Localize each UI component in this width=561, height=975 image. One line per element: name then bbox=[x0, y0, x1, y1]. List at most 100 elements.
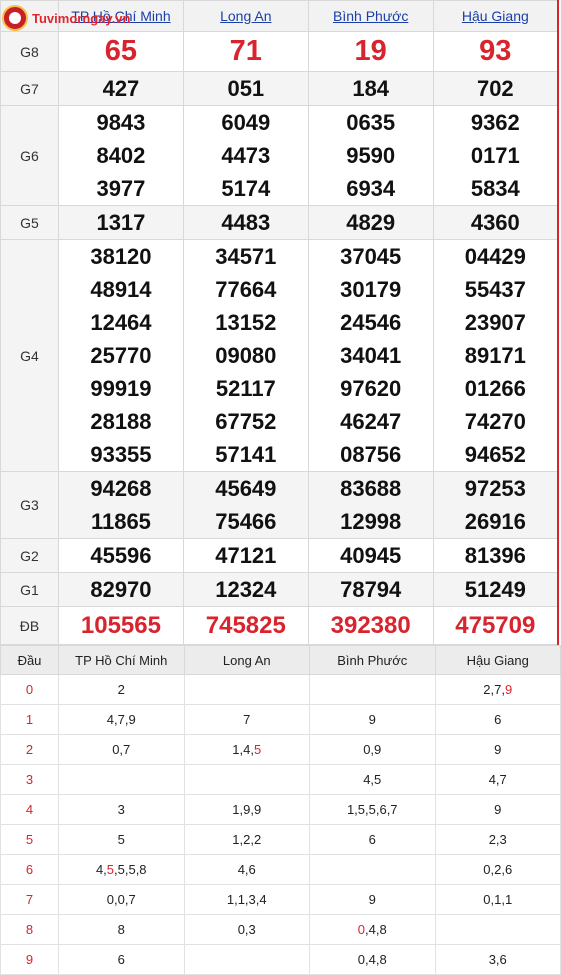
province-link[interactable]: Bình Phước bbox=[333, 8, 408, 24]
tail-digits: 1,5,5,6,7 bbox=[346, 802, 398, 817]
heads-cell: 1,4,5 bbox=[183, 734, 310, 765]
tail-digits: 0,1,1 bbox=[483, 892, 513, 907]
prize-cell: 4360 bbox=[432, 205, 559, 240]
head-digit: 1 bbox=[0, 704, 59, 735]
heads-header-cell: Bình Phước bbox=[309, 645, 436, 675]
tail-digits: ,4,8 bbox=[365, 922, 387, 937]
prize-number: 745825 bbox=[205, 612, 286, 639]
prize-number: 94268 bbox=[90, 476, 152, 501]
head-digit: 9 bbox=[0, 944, 59, 975]
heads-cell bbox=[183, 674, 310, 705]
heads-cell: 6 bbox=[309, 824, 436, 855]
prize-row: G3 94268 11865 45649 75466 83688 12998 97253 269… bbox=[0, 471, 559, 539]
prize-cell: 97253 26916 bbox=[432, 471, 559, 539]
prize-number: 52117 bbox=[215, 376, 276, 401]
prize-number: 25770 bbox=[90, 343, 152, 368]
prize-number: 184 bbox=[352, 76, 390, 101]
heads-header-row: Đầu TP Hồ Chí Minh Long An Bình Phước Hậ… bbox=[0, 645, 561, 675]
prize-cell: 51249 bbox=[432, 572, 559, 607]
tail-digits: 9 bbox=[368, 892, 376, 907]
heads-cell: 4,5 bbox=[309, 764, 436, 795]
prize-label: G7 bbox=[0, 71, 59, 106]
tail-digits: 7 bbox=[243, 712, 251, 727]
heads-row: 6 4,5,5,5,8 4,6 0,2,6 bbox=[0, 854, 561, 885]
prize-number: 13152 bbox=[215, 310, 277, 335]
prize-number: 37045 bbox=[340, 244, 402, 269]
prize-number: 9362 bbox=[470, 110, 520, 135]
prize-rows: G8 65 71 19 93 G7 427 051 184 702 G6 9843 8402 3977 60… bbox=[0, 31, 559, 645]
heads-row: 0 2 2,7,9 bbox=[0, 674, 561, 705]
prize-number: 0171 bbox=[470, 143, 520, 168]
prize-number: 1317 bbox=[96, 210, 146, 235]
head-digit: 3 bbox=[0, 764, 59, 795]
heads-cell: 0,2,6 bbox=[434, 854, 561, 885]
prize-number: 38120 bbox=[90, 244, 152, 269]
heads-row: 5 5 1,2,2 6 2,3 bbox=[0, 824, 561, 855]
prize-label: ĐB bbox=[0, 606, 59, 645]
heads-row: 4 3 1,9,9 1,5,5,6,7 9 bbox=[0, 794, 561, 825]
prize-number: 46247 bbox=[340, 409, 402, 434]
prize-number: 75466 bbox=[215, 509, 277, 534]
tail-digits: 3 bbox=[117, 802, 125, 817]
tail-digits: 5 bbox=[117, 832, 125, 847]
prize-label: G5 bbox=[0, 205, 59, 240]
prize-number: 19 bbox=[354, 35, 387, 67]
tail-digits: ,5,5,8 bbox=[114, 862, 147, 877]
heads-row: 1 4,7,9 7 9 6 bbox=[0, 704, 561, 735]
prize-cell: 71 bbox=[182, 31, 309, 72]
heads-cell bbox=[309, 674, 436, 705]
prize-cell: 38120 48914 12464 25770 99919 28188 93355 bbox=[58, 239, 184, 472]
heads-table: Đầu TP Hồ Chí Minh Long An Bình Phước Hậ… bbox=[0, 645, 561, 975]
prize-cell: 19 bbox=[307, 31, 434, 72]
prize-cell: 45649 75466 bbox=[182, 471, 309, 539]
heads-cell: 0,3 bbox=[183, 914, 310, 945]
heads-cell: 4,7 bbox=[434, 764, 561, 795]
prize-number: 12998 bbox=[340, 509, 402, 534]
prize-number: 04429 bbox=[464, 244, 526, 269]
tail-digit-highlight: 5 bbox=[253, 742, 262, 757]
heads-header-cell: Hậu Giang bbox=[434, 645, 561, 675]
province-link[interactable]: Hậu Giang bbox=[462, 8, 529, 24]
prize-number: 82970 bbox=[90, 577, 152, 602]
tail-digits: 9 bbox=[494, 802, 502, 817]
lottery-results-page: TP Hồ Chí Minh Long An Bình Phước Hậu Gi… bbox=[0, 0, 561, 975]
head-digit: 2 bbox=[0, 734, 59, 765]
tail-digits: 0,2,6 bbox=[483, 862, 513, 877]
tail-digits: 3,6 bbox=[488, 952, 507, 967]
prize-cell: 47121 bbox=[182, 538, 309, 573]
province-link[interactable]: Long An bbox=[220, 8, 271, 24]
tail-digits: 0,7 bbox=[112, 742, 131, 757]
tail-digits: 4,7 bbox=[488, 772, 507, 787]
prize-row: G7 427 051 184 702 bbox=[0, 71, 559, 106]
heads-cell: 3 bbox=[58, 794, 185, 825]
prize-number: 45649 bbox=[215, 476, 277, 501]
prize-number: 28188 bbox=[90, 409, 152, 434]
prize-number: 55437 bbox=[464, 277, 526, 302]
prize-number: 01266 bbox=[464, 376, 526, 401]
tail-digits: 6 bbox=[117, 952, 125, 967]
prize-cell: 82970 bbox=[58, 572, 184, 607]
prize-number: 4473 bbox=[221, 143, 271, 168]
tail-digits: 8 bbox=[117, 922, 125, 937]
prize-number: 702 bbox=[476, 76, 514, 101]
prize-number: 24546 bbox=[340, 310, 402, 335]
prize-label: G3 bbox=[0, 471, 59, 539]
head-digit: 7 bbox=[0, 884, 59, 915]
prize-row: G6 9843 8402 3977 6049 4473 5174 0635 9590 6934 93… bbox=[0, 105, 559, 206]
prize-number: 30179 bbox=[340, 277, 402, 302]
heads-row: 3 4,5 4,7 bbox=[0, 764, 561, 795]
heads-cell: 7 bbox=[183, 704, 310, 735]
prize-cell: 1317 bbox=[58, 205, 184, 240]
tail-digits: 4,6 bbox=[237, 862, 256, 877]
tail-digits: 4, bbox=[95, 862, 107, 877]
site-logo[interactable]: Tuvimorngay.vn bbox=[2, 3, 162, 33]
prize-cell: 93 bbox=[432, 31, 559, 72]
prize-number: 9843 bbox=[96, 110, 146, 135]
heads-cell bbox=[183, 764, 310, 795]
prize-number: 051 bbox=[227, 76, 265, 101]
heads-cell bbox=[434, 914, 561, 945]
heads-header-cell: Đầu bbox=[0, 645, 59, 675]
tail-digits: 9 bbox=[494, 742, 502, 757]
tail-digits: 1,2,2 bbox=[232, 832, 262, 847]
tail-digits: 0,4,8 bbox=[357, 952, 387, 967]
